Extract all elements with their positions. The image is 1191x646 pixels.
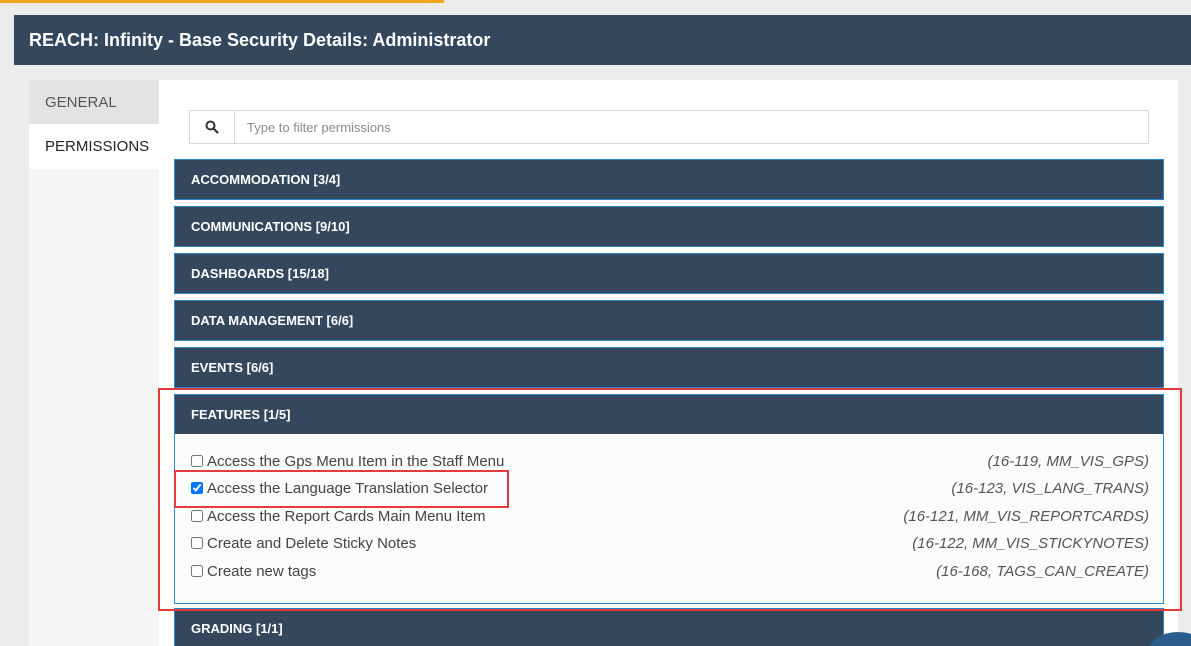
permission-checkbox[interactable] bbox=[191, 510, 203, 522]
category-dashboards[interactable]: DASHBOARDS [15/18] bbox=[174, 253, 1164, 294]
permission-row: Create and Delete Sticky Notes (16-122, … bbox=[191, 533, 1149, 553]
permission-label: Access the Language Translation Selector bbox=[207, 479, 489, 497]
category-events[interactable]: EVENTS [6/6] bbox=[174, 347, 1164, 388]
permission-code: (16-168, TAGS_CAN_CREATE) bbox=[936, 562, 1149, 580]
permission-label: Create and Delete Sticky Notes bbox=[207, 534, 417, 552]
permission-code: (16-122, MM_VIS_STICKYNOTES) bbox=[912, 534, 1149, 552]
category-communications[interactable]: COMMUNICATIONS [9/10] bbox=[174, 206, 1164, 247]
permission-checkbox-label[interactable]: Create new tags bbox=[191, 563, 316, 580]
category-features[interactable]: FEATURES [1/5] bbox=[174, 394, 1164, 435]
page-header: REACH: Infinity - Base Security Details:… bbox=[14, 15, 1191, 65]
category-grading[interactable]: GRADING [1/1] bbox=[174, 608, 1164, 646]
category-label: FEATURES [1/5] bbox=[191, 407, 291, 422]
permission-row: Access the Language Translation Selector… bbox=[191, 478, 1149, 498]
category-data-management[interactable]: DATA MANAGEMENT [6/6] bbox=[174, 300, 1164, 341]
permission-checkbox[interactable] bbox=[191, 482, 203, 494]
category-label: DASHBOARDS [15/18] bbox=[191, 266, 329, 281]
search-icon[interactable] bbox=[190, 111, 235, 143]
permission-checkbox-label[interactable]: Access the Language Translation Selector bbox=[191, 480, 488, 497]
permission-code: (16-123, VIS_LANG_TRANS) bbox=[951, 479, 1149, 497]
category-label: GRADING [1/1] bbox=[191, 621, 283, 636]
permission-filter-input[interactable] bbox=[235, 111, 1148, 143]
permission-checkbox[interactable] bbox=[191, 455, 203, 467]
tab-general[interactable]: GENERAL bbox=[29, 80, 159, 124]
permission-row: Access the Gps Menu Item in the Staff Me… bbox=[191, 451, 1149, 471]
permission-row: Access the Report Cards Main Menu Item (… bbox=[191, 506, 1149, 526]
permission-checkbox-label[interactable]: Create and Delete Sticky Notes bbox=[191, 535, 416, 552]
permission-code: (16-121, MM_VIS_REPORTCARDS) bbox=[903, 507, 1149, 525]
permission-checkbox[interactable] bbox=[191, 537, 203, 549]
category-label: DATA MANAGEMENT [6/6] bbox=[191, 313, 354, 328]
tab-list: GENERAL PERMISSIONS bbox=[29, 80, 159, 169]
permission-label: Access the Report Cards Main Menu Item bbox=[207, 507, 486, 525]
permission-label: Access the Gps Menu Item in the Staff Me… bbox=[207, 452, 505, 470]
permission-code: (16-119, MM_VIS_GPS) bbox=[987, 452, 1149, 470]
category-label: ACCOMMODATION [3/4] bbox=[191, 172, 341, 187]
permission-checkbox[interactable] bbox=[191, 565, 203, 577]
permission-checkbox-label[interactable]: Access the Gps Menu Item in the Staff Me… bbox=[191, 453, 504, 470]
permission-label: Create new tags bbox=[207, 562, 317, 580]
permission-row: Create new tags (16-168, TAGS_CAN_CREATE… bbox=[191, 561, 1149, 581]
category-accommodation[interactable]: ACCOMMODATION [3/4] bbox=[174, 159, 1164, 200]
top-accent-bar bbox=[0, 0, 444, 3]
page-title: REACH: Infinity - Base Security Details:… bbox=[29, 29, 491, 50]
permission-checkbox-label[interactable]: Access the Report Cards Main Menu Item bbox=[191, 508, 485, 525]
permission-filter bbox=[189, 110, 1149, 144]
category-label: COMMUNICATIONS [9/10] bbox=[191, 219, 350, 234]
features-permission-list: Access the Gps Menu Item in the Staff Me… bbox=[174, 434, 1164, 604]
category-label: EVENTS [6/6] bbox=[191, 360, 274, 375]
tab-permissions[interactable]: PERMISSIONS bbox=[29, 124, 159, 169]
